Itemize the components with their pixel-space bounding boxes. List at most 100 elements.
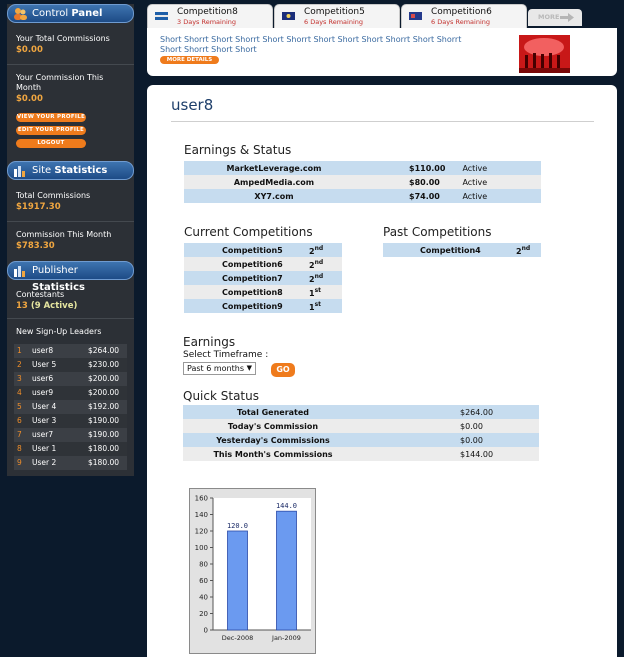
competition-place: 1st (309, 285, 342, 299)
leader-rank: 9 (17, 458, 22, 467)
leader-name: User 5 (32, 360, 57, 369)
status-value: $264.00 (363, 405, 539, 419)
leader-rank: 3 (17, 374, 22, 383)
contestants-value: 13 (9 Active) (16, 300, 125, 312)
y-tick-label: 0 (204, 627, 208, 635)
publisher-chart-icon (14, 266, 25, 277)
earnings-status-table: MarketLeverage.com $110.00 Active AmpedM… (184, 161, 541, 203)
bar-chart-icon (14, 166, 25, 177)
table-row: MarketLeverage.com $110.00 Active (184, 161, 541, 175)
status-label: Total Generated (183, 405, 363, 419)
view-profile-button[interactable]: VIEW YOUR PROFILE (16, 113, 86, 122)
past-competitions-title: Past Competitions (383, 225, 492, 239)
leader-row: 8 User 1 $180.00 (14, 442, 127, 456)
table-row: Competition8 1st (184, 285, 342, 299)
leader-amount: $180.00 (88, 458, 120, 467)
earnings-title: Earnings (183, 335, 236, 349)
timeframe-selected-value: Past 6 months (187, 364, 244, 373)
logout-button[interactable]: LOGOUT (16, 139, 86, 148)
your-month-commission-label: Your Commission This Month (16, 73, 104, 92)
place-suffix: nd (314, 258, 324, 266)
table-row: XY7.com $74.00 Active (184, 189, 541, 203)
more-tabs-label: MORE (538, 13, 560, 21)
title-divider (171, 121, 594, 122)
competition-name: Competition8 (184, 285, 309, 299)
status-label: This Month's Commissions (183, 447, 363, 461)
x-tick-label: Jan-2009 (271, 634, 301, 642)
publisher-statistics-title-b: Statistics (32, 282, 85, 293)
leader-name: user8 (32, 346, 54, 355)
place-suffix: nd (314, 244, 324, 252)
table-row: Today's Commission $0.00 (183, 419, 539, 433)
banner-thumbnail-image[interactable] (519, 35, 570, 73)
arrow-right-icon (560, 13, 574, 22)
more-tabs-button[interactable]: MORE (528, 9, 582, 26)
table-row: AmpedMedia.com $80.00 Active (184, 175, 541, 189)
site-status: Active (445, 189, 541, 203)
bar-data-label: 120.0 (227, 522, 248, 530)
past-competitions-table: Competition4 2nd (383, 243, 541, 257)
table-row: Yesterday's Commissions $0.00 (183, 433, 539, 447)
y-tick-label: 40 (199, 594, 208, 602)
place-suffix: st (314, 286, 322, 294)
your-total-commissions-value: $0.00 (16, 45, 43, 55)
site-statistics-total-section: Total Commissions $1917.30 (7, 180, 134, 222)
y-tick-label: 160 (195, 495, 208, 503)
chevron-down-icon: ▼ (246, 364, 252, 372)
leader-row: 6 User 3 $190.00 (14, 414, 127, 428)
bar-data-label: 144.0 (276, 502, 297, 510)
competition-name: Competition6 (184, 257, 309, 271)
leader-name: user6 (32, 374, 54, 383)
leader-rank: 2 (17, 360, 22, 369)
leader-rank: 5 (17, 402, 22, 411)
quick-status-title: Quick Status (183, 389, 259, 403)
table-row: Competition6 2nd (184, 257, 342, 271)
tab-competition8[interactable]: Competition8 3 Days Remaining (147, 4, 273, 28)
tab-competition5-remaining: 6 Days Remaining (304, 18, 364, 26)
contestants-active: (9 Active) (30, 301, 78, 311)
site-month-commission-value: $783.30 (16, 241, 55, 251)
status-value: $144.00 (363, 447, 539, 461)
your-total-commissions-label: Your Total Commissions (16, 34, 110, 43)
site-amount: $110.00 (364, 161, 446, 175)
leader-name: User 2 (32, 458, 57, 467)
competition-flag-icon (409, 12, 422, 20)
competition-name: Competition7 (184, 271, 309, 285)
tab-competition5[interactable]: Competition5 6 Days Remaining (274, 4, 400, 28)
leader-rank: 7 (17, 430, 22, 439)
competition-banner: Short Shorrt Short Shorrt Short Shorrt S… (147, 28, 617, 76)
edit-profile-button[interactable]: EDIT YOUR PROFILE (16, 126, 86, 135)
tab-competition6-remaining: 6 Days Remaining (431, 18, 491, 26)
leader-rank: 8 (17, 444, 22, 453)
site-statistics-title-a: Site (32, 165, 52, 176)
table-row: Competition5 2nd (184, 243, 342, 257)
leaders-list: 1 user8 $264.00 2 User 5 $230.00 3 user6 $200.… (14, 344, 127, 470)
competition-place: 1st (309, 299, 342, 313)
leader-amount: $264.00 (88, 346, 120, 355)
leader-rank: 4 (17, 388, 22, 397)
timeframe-select[interactable]: Past 6 months ▼ (183, 362, 256, 375)
table-row: Total Generated $264.00 (183, 405, 539, 419)
y-tick-label: 80 (199, 561, 208, 569)
leader-row: 9 User 2 $180.00 (14, 456, 127, 470)
tab-competition6[interactable]: Competition6 6 Days Remaining (401, 4, 527, 28)
tab-competition6-name: Competition6 (431, 7, 492, 17)
site-month-commission-label: Commission This Month (16, 230, 112, 239)
timeframe-label: Select Timeframe : (183, 350, 269, 360)
competition-place: 2nd (516, 243, 541, 257)
page-title: user8 (171, 96, 214, 114)
y-tick-label: 20 (199, 610, 208, 618)
more-details-button[interactable]: MORE DETAILS (160, 56, 219, 64)
y-tick-label: 100 (195, 544, 208, 552)
competition-place: 2nd (309, 271, 342, 285)
leader-amount: $192.00 (88, 402, 120, 411)
tab-competition5-name: Competition5 (304, 7, 365, 17)
leader-amount: $200.00 (88, 374, 120, 383)
site-status: Active (445, 161, 541, 175)
your-month-commission-value: $0.00 (16, 94, 43, 104)
control-panel-section: Your Total Commissions $0.00 (7, 23, 134, 65)
go-button[interactable]: GO (271, 363, 295, 377)
users-icon (14, 8, 27, 20)
publisher-statistics-header: Publisher Statistics (7, 261, 134, 293)
sidebar: Control Panel Your Total Commissions $0.… (7, 4, 134, 476)
